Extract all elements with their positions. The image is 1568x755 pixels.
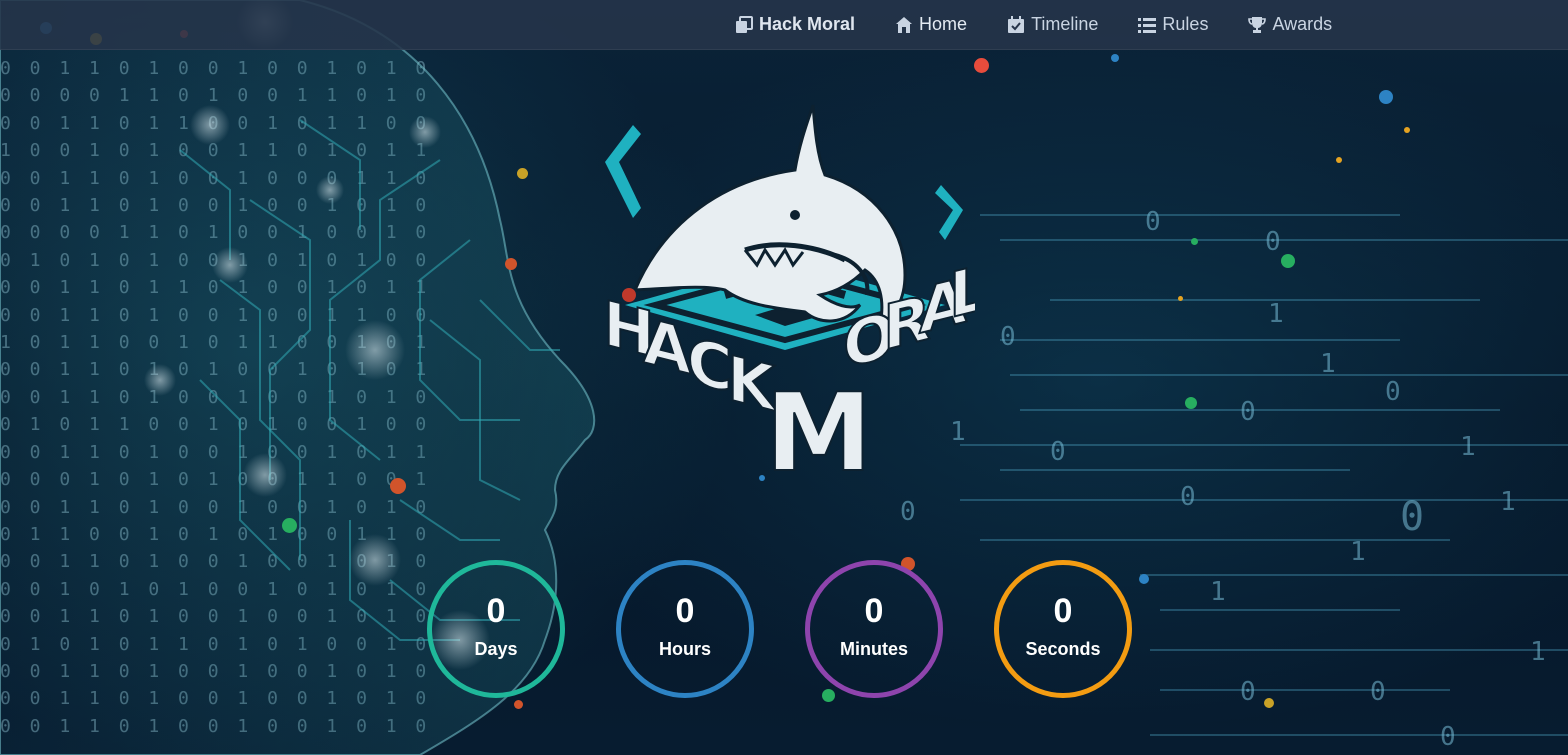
- decor-dot: [1139, 574, 1149, 584]
- svg-text:A: A: [643, 305, 691, 389]
- nav-item-timeline[interactable]: Timeline: [1007, 14, 1098, 35]
- decor-dot: [390, 478, 406, 494]
- decor-dot: [1178, 296, 1183, 301]
- decor-dot: [517, 168, 528, 179]
- decor-dot: [1281, 254, 1295, 268]
- svg-text:M: M: [765, 371, 872, 496]
- svg-text:0: 0: [1240, 397, 1256, 427]
- decor-dot: [759, 475, 765, 481]
- svg-text:0: 0: [1400, 494, 1424, 540]
- list-icon: [1138, 17, 1157, 33]
- nav-menu: Hack Moral Home Timeline Rules Awards: [735, 0, 1372, 49]
- svg-text:0: 0: [1050, 437, 1066, 467]
- minutes-label: Minutes: [839, 638, 908, 659]
- nav-item-label: Home: [919, 14, 968, 34]
- calendar-check-icon: [1008, 15, 1025, 33]
- decor-dot: [1379, 90, 1393, 104]
- decor-dot: [1191, 238, 1198, 245]
- days-value: 0: [486, 591, 506, 630]
- svg-text:0: 0: [1440, 722, 1456, 752]
- days-label: Days: [474, 638, 518, 659]
- decor-dot: [282, 518, 297, 533]
- seconds-value: 0: [1053, 591, 1073, 630]
- copy-icon: [736, 15, 753, 33]
- countdown-hours: 0 Hours: [616, 560, 754, 698]
- nav-item-rules[interactable]: Rules: [1138, 14, 1208, 35]
- countdown-days: 0 Days: [427, 560, 565, 698]
- decor-dot: [1264, 698, 1274, 708]
- svg-text:1: 1: [1268, 299, 1284, 329]
- decor-dot: [1111, 54, 1119, 62]
- hours-value: 0: [675, 591, 695, 630]
- decor-dot: [1336, 157, 1342, 163]
- svg-text:L: L: [949, 251, 975, 333]
- decor-dot: [1404, 127, 1410, 133]
- trophy-icon: [1248, 16, 1267, 33]
- minutes-value: 0: [864, 591, 884, 630]
- svg-text:1: 1: [1350, 537, 1366, 567]
- svg-text:0: 0: [1240, 677, 1256, 707]
- decor-dot: [974, 58, 989, 73]
- svg-text:0: 0: [1385, 377, 1401, 407]
- svg-text:1: 1: [1530, 637, 1546, 667]
- svg-text:0: 0: [1145, 207, 1161, 237]
- nav-brand-link[interactable]: Hack Moral: [735, 14, 855, 35]
- decor-dot: [514, 700, 523, 709]
- svg-text:0: 0: [1000, 322, 1016, 352]
- svg-text:1: 1: [1320, 349, 1336, 379]
- svg-text:1: 1: [1460, 432, 1476, 462]
- hackmoral-logo: H A C K M O R A L: [602, 104, 975, 497]
- svg-text:1: 1: [1500, 487, 1516, 517]
- svg-text:0: 0: [1180, 482, 1196, 512]
- home-icon: [896, 16, 913, 33]
- countdown-seconds: 0 Seconds: [994, 560, 1132, 698]
- hours-label: Hours: [658, 638, 711, 659]
- top-navbar: Hack Moral Home Timeline Rules Awards: [0, 0, 1568, 50]
- nav-brand-label: Hack Moral: [759, 14, 856, 34]
- seconds-label: Seconds: [1025, 638, 1101, 659]
- nav-item-home[interactable]: Home: [895, 14, 967, 35]
- nav-item-label: Timeline: [1031, 14, 1099, 34]
- decor-dot: [1185, 397, 1197, 409]
- svg-text:1: 1: [1210, 577, 1226, 607]
- nav-item-awards[interactable]: Awards: [1248, 14, 1332, 35]
- nav-item-label: Rules: [1162, 14, 1209, 34]
- decor-dot: [622, 288, 636, 302]
- svg-text:0: 0: [1370, 677, 1386, 707]
- nav-item-label: Awards: [1272, 14, 1333, 34]
- countdown-minutes: 0 Minutes: [805, 560, 943, 698]
- decor-dot: [505, 258, 517, 270]
- decor-dot: [822, 689, 835, 702]
- svg-text:C: C: [687, 324, 733, 407]
- svg-text:0: 0: [1265, 227, 1281, 257]
